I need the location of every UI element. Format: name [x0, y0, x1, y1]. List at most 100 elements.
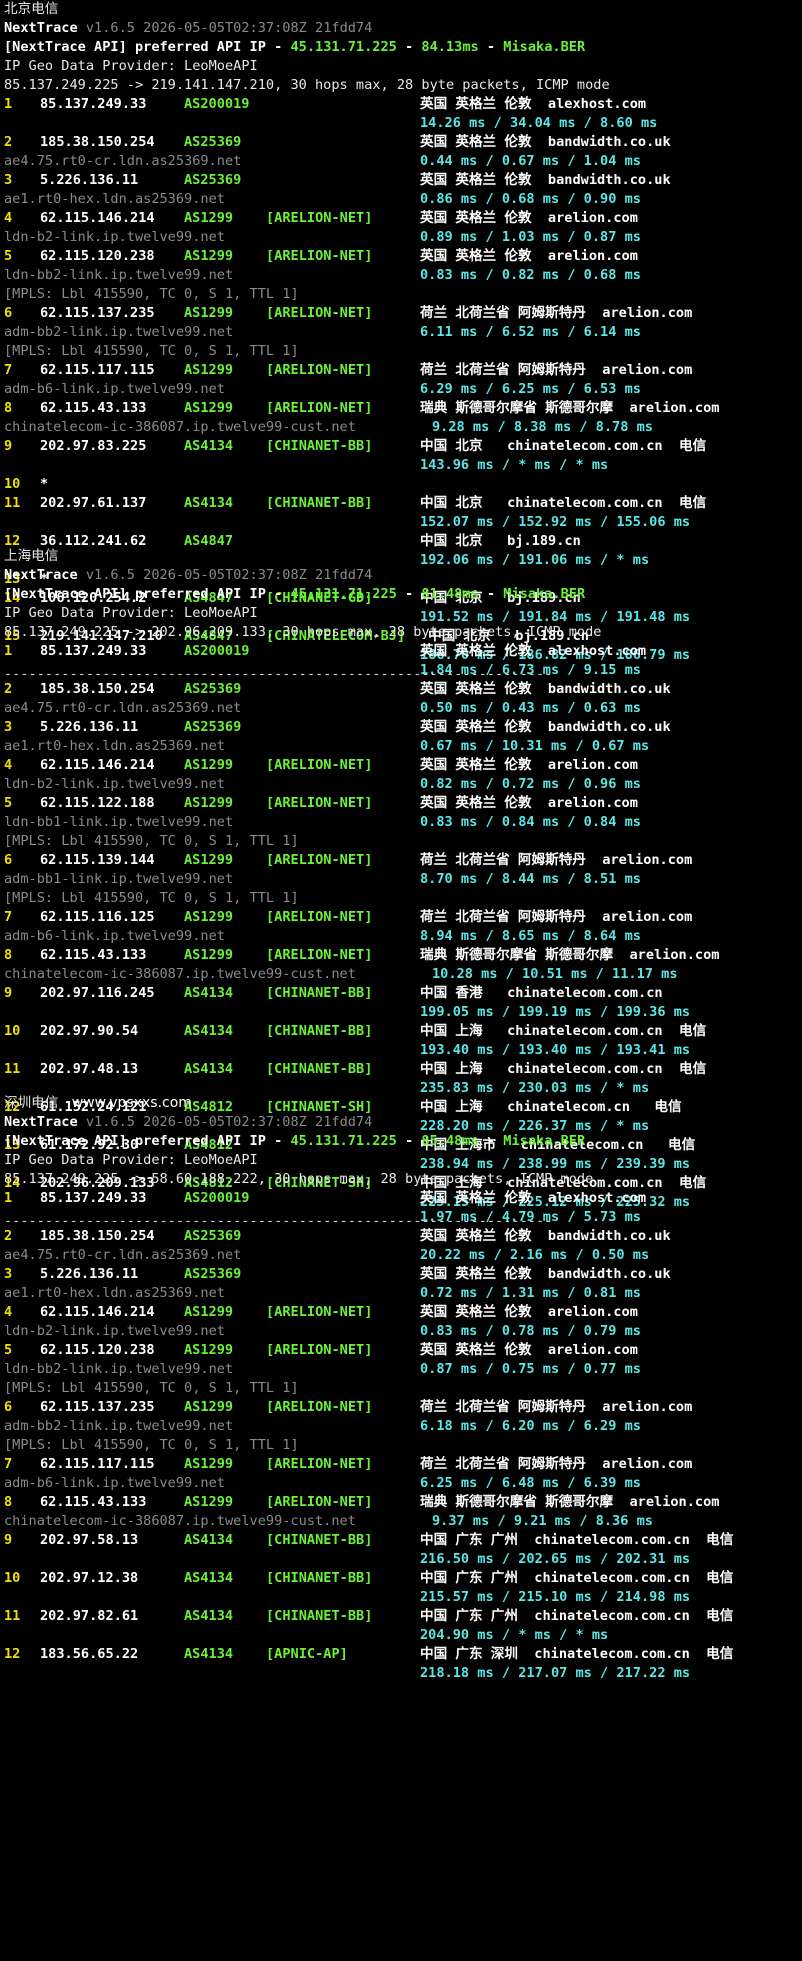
hop-detail-row: ae4.75.rt0-cr.ldn.as25369.net 0.50 ms / 0…	[4, 699, 802, 718]
hop-row: 8 62.115.43.133 AS1299 [ARELION-NET] 瑞典 斯德哥尔…	[4, 1493, 802, 1512]
hop-ip: 202.97.83.225	[40, 438, 147, 454]
hop-ip: 85.137.249.33	[40, 1190, 147, 1206]
hop-asn: AS1299	[184, 1494, 234, 1510]
mpls-label: [MPLS: Lbl 415590, TC 0, S 1, TTL 1]	[4, 1437, 299, 1453]
hop-row: 3 5.226.136.11 AS25369 英国 英格兰 伦敦 bandwidth.…	[4, 1265, 802, 1284]
mpls-label: [MPLS: Lbl 415590, TC 0, S 1, TTL 1]	[4, 343, 299, 359]
hop-hostname: ldn-b2-link.ip.twelve99.net	[4, 1323, 225, 1339]
hop-rtt: 0.50 ms / 0.43 ms / 0.63 ms	[420, 700, 641, 716]
hop-geo: 英国 英格兰 伦敦 bandwidth.co.uk	[420, 1266, 671, 1282]
hop-number: 4	[4, 1304, 13, 1320]
mpls-label: [MPLS: Lbl 415590, TC 0, S 1, TTL 1]	[4, 1380, 299, 1396]
hop-geo: 荷兰 北荷兰省 阿姆斯特丹 arelion.com	[420, 305, 693, 321]
hop-hostname: ldn-b2-link.ip.twelve99.net	[4, 776, 225, 792]
hop-asn: AS25369	[184, 172, 242, 188]
mpls-label: [MPLS: Lbl 415590, TC 0, S 1, TTL 1]	[4, 286, 299, 302]
hop-ip: 202.97.116.245	[40, 985, 155, 1001]
hop-row: 9 202.97.83.225 AS4134 [CHINANET-BB] 中国 北京 c…	[4, 437, 802, 456]
hop-row: 2 185.38.150.254 AS25369 英国 英格兰 伦敦 bandwidt…	[4, 1227, 802, 1246]
hop-number: 5	[4, 795, 13, 811]
hop-row: 1 85.137.249.33 AS200019 英国 英格兰 伦敦 alexhost…	[4, 642, 802, 661]
hop-detail-row: ae1.rt0-hex.ldn.as25369.net 0.72 ms / 1.3…	[4, 1284, 802, 1303]
hop-row: 6 62.115.137.235 AS1299 [ARELION-NET] 荷兰 北荷兰…	[4, 1398, 802, 1417]
hop-ip: *	[40, 476, 49, 492]
section-title-text: 北京电信	[4, 1, 59, 17]
hop-detail-row: 143.96 ms / * ms / * ms	[4, 456, 802, 475]
hop-number: 9	[4, 1532, 13, 1548]
hop-asn: AS4134	[184, 495, 234, 511]
hop-geo: 英国 英格兰 伦敦 alexhost.com	[420, 96, 647, 112]
hop-rtt: 193.40 ms / 193.40 ms / 193.41 ms	[420, 1042, 691, 1058]
hop-row: 7 62.115.116.125 AS1299 [ARELION-NET] 荷兰 北荷兰…	[4, 908, 802, 927]
hop-asn: AS4134	[184, 438, 234, 454]
hop-number: 2	[4, 134, 13, 150]
hop-ip: 85.137.249.33	[40, 643, 147, 659]
hop-asn: AS1299	[184, 795, 234, 811]
hop-row: 7 62.115.117.115 AS1299 [ARELION-NET] 荷兰 北荷兰…	[4, 361, 802, 380]
api-ip: 45.131.71.225	[290, 39, 397, 55]
geo-provider: IP Geo Data Provider: LeoMoeAPI	[4, 58, 258, 74]
hop-network: [ARELION-NET]	[266, 400, 373, 416]
hop-ip: 62.115.146.214	[40, 1304, 155, 1320]
app-name: NextTrace	[4, 567, 78, 583]
hop-number: 4	[4, 757, 13, 773]
hop-network: [CHINANET-BB]	[266, 985, 373, 1001]
hop-rtt: 0.83 ms / 0.82 ms / 0.68 ms	[420, 267, 641, 283]
hop-detail-row: ldn-b2-link.ip.twelve99.net 0.83 ms / 0.7…	[4, 1322, 802, 1341]
hop-ip: 202.97.61.137	[40, 495, 147, 511]
hop-geo: 中国 北京 chinatelecom.com.cn 电信	[420, 495, 707, 511]
hop-asn: AS4134	[184, 1532, 234, 1548]
hop-network: [CHINANET-BB]	[266, 1570, 373, 1586]
hop-row: 5 62.115.122.188 AS1299 [ARELION-NET] 英国 英格兰…	[4, 794, 802, 813]
hop-rtt: 9.37 ms / 9.21 ms / 8.36 ms	[432, 1513, 653, 1529]
hop-network: [ARELION-NET]	[266, 757, 373, 773]
hop-row: 5 62.115.120.238 AS1299 [ARELION-NET] 英国 英格兰…	[4, 1341, 802, 1360]
hop-number: 5	[4, 248, 13, 264]
hop-detail-row: ae1.rt0-hex.ldn.as25369.net 0.86 ms / 0.6…	[4, 190, 802, 209]
hop-rtt: 9.28 ms / 8.38 ms / 8.78 ms	[432, 419, 653, 435]
hop-hostname: adm-bb1-link.ip.twelve99.net	[4, 871, 234, 887]
geo-provider: IP Geo Data Provider: LeoMoeAPI	[4, 1152, 258, 1168]
hop-rtt: 215.57 ms / 215.10 ms / 214.98 ms	[420, 1589, 691, 1605]
hop-number: 6	[4, 1399, 13, 1415]
hop-geo: 瑞典 斯德哥尔摩省 斯德哥尔摩 arelion.com	[420, 947, 720, 963]
hop-detail-row: ldn-b2-link.ip.twelve99.net 0.82 ms / 0.7…	[4, 775, 802, 794]
hop-row: 11 202.97.61.137 AS4134 [CHINANET-BB] 中国 北京 …	[4, 494, 802, 513]
hop-asn: AS1299	[184, 1342, 234, 1358]
app-version: v1.6.5 2026-05-05T02:37:08Z 21fdd74	[77, 20, 373, 36]
hop-asn: AS25369	[184, 681, 242, 697]
api-line: [NextTrace API] preferred API IP - 45.13…	[4, 1132, 802, 1151]
api-dash: -	[396, 1133, 422, 1149]
trace-section: 深圳电信 www.vpsxxs.com NextTrace v1.6.5 2026…	[4, 1094, 802, 1683]
hop-network: [ARELION-NET]	[266, 909, 373, 925]
hop-ip: 202.97.90.54	[40, 1023, 139, 1039]
hop-row: 3 5.226.136.11 AS25369 英国 英格兰 伦敦 bandwidth.…	[4, 718, 802, 737]
hop-geo: 荷兰 北荷兰省 阿姆斯特丹 arelion.com	[420, 362, 693, 378]
hop-ip: 62.115.146.214	[40, 757, 155, 773]
hop-ip: 5.226.136.11	[40, 172, 139, 188]
hop-ip: 62.115.122.188	[40, 795, 155, 811]
hop-network: [CHINANET-BB]	[266, 1532, 373, 1548]
hop-number: 8	[4, 400, 13, 416]
hop-row: 5 62.115.120.238 AS1299 [ARELION-NET] 英国 英格兰…	[4, 247, 802, 266]
hop-ip: 62.115.43.133	[40, 1494, 147, 1510]
hop-geo: 荷兰 北荷兰省 阿姆斯特丹 arelion.com	[420, 852, 693, 868]
hop-asn: AS200019	[184, 96, 250, 112]
hop-detail-row: chinatelecom-ic-386087.ip.twelve99-cust.…	[4, 1512, 802, 1531]
hop-detail-row: adm-bb1-link.ip.twelve99.net 8.70 ms / 8.…	[4, 870, 802, 889]
hop-asn: AS1299	[184, 757, 234, 773]
hop-geo: 英国 英格兰 伦敦 alexhost.com	[420, 643, 647, 659]
hop-number: 7	[4, 362, 13, 378]
hop-detail-row: adm-b6-link.ip.twelve99.net 6.25 ms / 6.4…	[4, 1474, 802, 1493]
app-name: NextTrace	[4, 1114, 78, 1130]
hop-asn: AS4134	[184, 1608, 234, 1624]
hop-geo: 英国 英格兰 伦敦 arelion.com	[420, 795, 638, 811]
hop-asn: AS1299	[184, 1304, 234, 1320]
hop-geo: 中国 上海 chinatelecom.com.cn 电信	[420, 1061, 707, 1077]
hop-rtt: 8.70 ms / 8.44 ms / 8.51 ms	[420, 871, 641, 887]
hop-ip: 62.115.146.214	[40, 210, 155, 226]
section-title: 上海电信	[4, 547, 802, 566]
hop-geo: 英国 英格兰 伦敦 bandwidth.co.uk	[420, 1228, 671, 1244]
trace-summary: 85.137.249.225 -> 202.96.209.133, 30 hop…	[4, 624, 602, 640]
hop-ip: 62.115.137.235	[40, 305, 155, 321]
